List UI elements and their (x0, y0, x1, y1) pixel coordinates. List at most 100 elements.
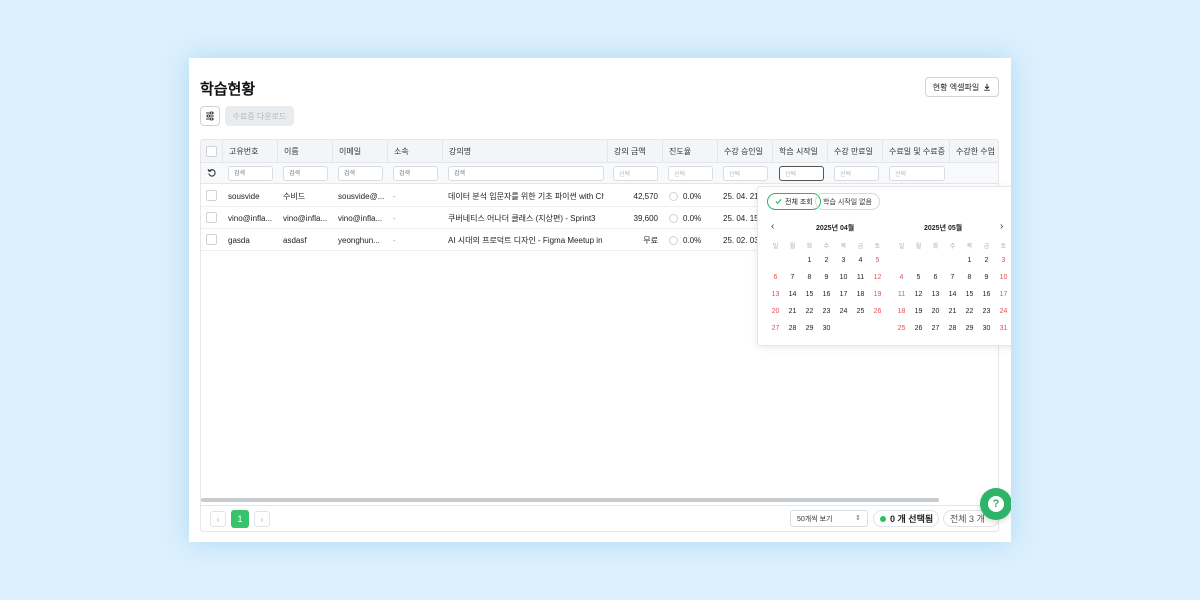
calendar-day[interactable]: 19 (869, 291, 886, 298)
calendar-day[interactable]: 9 (818, 274, 835, 281)
export-excel-button[interactable]: 현황 엑셀파일 (925, 77, 999, 97)
calendar-day[interactable]: 11 (893, 291, 910, 298)
calendar-day[interactable]: 25 (852, 308, 869, 315)
calendar-day[interactable]: 29 (961, 325, 978, 332)
calendar-day[interactable]: 25 (893, 325, 910, 332)
col-org[interactable]: 소속 (387, 140, 442, 163)
reset-icon[interactable] (207, 168, 217, 178)
calendar-day[interactable]: 21 (944, 308, 961, 315)
filter-expire-select[interactable]: 선택 (834, 166, 879, 181)
calendar-day[interactable]: 2 (818, 257, 835, 264)
calendar-day[interactable]: 31 (995, 325, 1011, 332)
help-button[interactable]: ? (980, 488, 1011, 520)
calendar-day[interactable]: 12 (910, 291, 927, 298)
calendar-day[interactable]: 8 (961, 274, 978, 281)
filter-course-input[interactable] (448, 166, 604, 181)
calendar-day[interactable]: 16 (818, 291, 835, 298)
col-lessons[interactable]: 수강한 수업 (949, 140, 998, 163)
calendar-day[interactable]: 20 (767, 308, 784, 315)
calendar-day[interactable]: 4 (852, 257, 869, 264)
chevron-right-icon[interactable]: › (1000, 221, 1003, 232)
calendar-day[interactable]: 16 (978, 291, 995, 298)
calendar-day[interactable]: 18 (893, 308, 910, 315)
calendar-day[interactable]: 2 (978, 257, 995, 264)
calendar-day[interactable]: 11 (852, 274, 869, 281)
calendar-day[interactable]: 30 (818, 325, 835, 332)
calendar-day[interactable]: 22 (801, 308, 818, 315)
calendar-day[interactable]: 7 (944, 274, 961, 281)
certificate-download-button[interactable]: 수료증 다운로드 (225, 106, 294, 126)
calendar-day[interactable]: 8 (801, 274, 818, 281)
no-start-date-chip[interactable]: 학습 시작일 없음 (815, 193, 880, 210)
calendar-day[interactable]: 3 (995, 257, 1011, 264)
filter-approved-select[interactable]: 선택 (723, 166, 768, 181)
calendar-day[interactable]: 17 (995, 291, 1011, 298)
col-approved[interactable]: 수강 승인일 (717, 140, 772, 163)
filter-completion-select[interactable]: 선택 (889, 166, 945, 181)
calendar-day[interactable]: 26 (869, 308, 886, 315)
col-price[interactable]: 강의 금액 (607, 140, 662, 163)
calendar-day[interactable]: 27 (927, 325, 944, 332)
prev-page-button[interactable]: ‹ (210, 511, 226, 527)
calendar-day[interactable]: 4 (893, 274, 910, 281)
per-page-select[interactable]: 50개씩 보기 ⇕ (790, 510, 868, 527)
calendar-day[interactable]: 10 (995, 274, 1011, 281)
horizontal-scrollbar[interactable] (201, 498, 939, 502)
filter-id-input[interactable] (228, 166, 273, 181)
calendar-day[interactable]: 26 (910, 325, 927, 332)
calendar-day[interactable]: 9 (978, 274, 995, 281)
calendar-day[interactable]: 10 (835, 274, 852, 281)
filter-progress-select[interactable]: 선택 (668, 166, 713, 181)
calendar-day[interactable]: 30 (978, 325, 995, 332)
calendar-day[interactable]: 3 (835, 257, 852, 264)
col-email[interactable]: 이메일 (332, 140, 387, 163)
view-all-chip[interactable]: 전체 조회 (767, 193, 821, 210)
calendar-day[interactable]: 23 (818, 308, 835, 315)
calendar-day[interactable]: 15 (801, 291, 818, 298)
calendar-day[interactable]: 6 (927, 274, 944, 281)
calendar-day[interactable]: 5 (869, 257, 886, 264)
col-progress[interactable]: 진도율 (662, 140, 717, 163)
row-checkbox[interactable] (206, 190, 217, 201)
col-id[interactable]: 고유번호 (222, 140, 277, 163)
col-course[interactable]: 강의명 (442, 140, 607, 163)
filter-start-date-select[interactable]: 선택 (779, 166, 824, 181)
filter-email-input[interactable] (338, 166, 383, 181)
calendar-day[interactable]: 1 (801, 257, 818, 264)
calendar-day[interactable]: 6 (767, 274, 784, 281)
calendar-day[interactable]: 24 (995, 308, 1011, 315)
row-checkbox[interactable] (206, 234, 217, 245)
col-start-date[interactable]: 학습 시작일 (772, 140, 827, 163)
row-checkbox[interactable] (206, 212, 217, 223)
calendar-day[interactable]: 19 (910, 308, 927, 315)
calendar-day[interactable]: 15 (961, 291, 978, 298)
calendar-day[interactable]: 13 (927, 291, 944, 298)
calendar-day[interactable]: 14 (944, 291, 961, 298)
calendar-day[interactable]: 7 (784, 274, 801, 281)
calendar-day[interactable]: 28 (944, 325, 961, 332)
filter-settings-button[interactable] (200, 106, 220, 126)
calendar-day[interactable]: 29 (801, 325, 818, 332)
calendar-day[interactable]: 14 (784, 291, 801, 298)
calendar-day[interactable]: 20 (927, 308, 944, 315)
calendar-day[interactable]: 24 (835, 308, 852, 315)
filter-price-select[interactable]: 선택 (613, 166, 658, 181)
col-expire-date[interactable]: 수강 만료일 (827, 140, 882, 163)
calendar-day[interactable]: 22 (961, 308, 978, 315)
col-completion[interactable]: 수료일 및 수료증 (882, 140, 949, 163)
row-course[interactable]: 데이터 분석 입문자를 위한 기초 파이썬 with Ch... (448, 185, 604, 207)
page-1-button[interactable]: 1 (231, 510, 249, 528)
chevron-left-icon[interactable]: ‹ (771, 221, 774, 232)
row-course[interactable]: 쿠버네티스 어나더 클래스 (지상편) - Sprint3 (448, 207, 604, 229)
calendar-day[interactable]: 1 (961, 257, 978, 264)
calendar-day[interactable]: 18 (852, 291, 869, 298)
filter-org-input[interactable] (393, 166, 438, 181)
calendar-day[interactable]: 27 (767, 325, 784, 332)
next-page-button[interactable]: › (254, 511, 270, 527)
row-course[interactable]: AI 시대의 프로덕트 디자인 - Figma Meetup in ... (448, 229, 604, 251)
col-name[interactable]: 이름 (277, 140, 332, 163)
filter-name-input[interactable] (283, 166, 328, 181)
calendar-day[interactable]: 21 (784, 308, 801, 315)
select-all-checkbox[interactable] (206, 146, 217, 157)
calendar-day[interactable]: 28 (784, 325, 801, 332)
